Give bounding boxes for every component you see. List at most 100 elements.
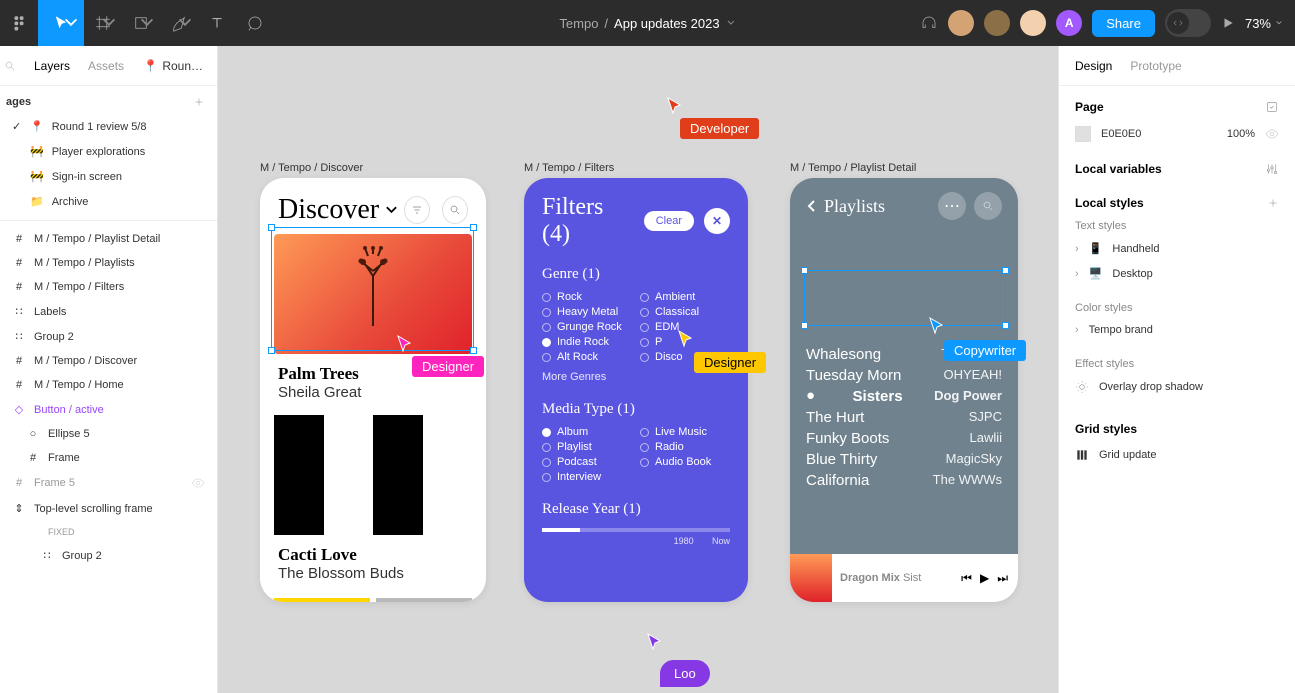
color-swatch[interactable]: [1075, 126, 1091, 142]
track-row[interactable]: Funky BootsLawlii: [806, 428, 1002, 449]
filter-option[interactable]: Ambient: [640, 291, 730, 303]
track-row[interactable]: CaliforniaThe WWWs: [806, 470, 1002, 491]
artboard-playlist[interactable]: Playlists ⋯ WhalesongThe DragsTuesday Mo…: [790, 178, 1018, 602]
layer-item[interactable]: #Frame: [0, 446, 217, 470]
canvas[interactable]: M / Tempo / Discover M / Tempo / Filters…: [218, 46, 1058, 693]
selection-box[interactable]: [271, 227, 474, 351]
search-button[interactable]: [442, 196, 468, 224]
layer-item[interactable]: #M / Tempo / Home: [0, 373, 217, 397]
selection-handle[interactable]: [268, 347, 275, 354]
filter-option[interactable]: Album: [542, 426, 632, 438]
layer-item[interactable]: #M / Tempo / Playlists: [0, 251, 217, 275]
page-item[interactable]: 📁Archive: [0, 189, 217, 214]
pen-tool[interactable]: [160, 0, 198, 46]
track-row[interactable]: SistersDog Power: [806, 386, 1002, 407]
frame-label[interactable]: M / Tempo / Playlist Detail: [790, 162, 916, 174]
frame-tool[interactable]: [84, 0, 122, 46]
sliders-icon[interactable]: [1265, 162, 1279, 176]
collaborator-avatar[interactable]: [948, 10, 974, 36]
headphones-icon[interactable]: [920, 14, 938, 32]
plus-icon[interactable]: [1267, 197, 1279, 209]
filter-option[interactable]: Live Music: [640, 426, 730, 438]
clear-button[interactable]: Clear: [644, 211, 694, 231]
main-menu-button[interactable]: [0, 0, 38, 46]
year-slider[interactable]: [542, 528, 730, 532]
page-item[interactable]: 🚧Sign-in screen: [0, 164, 217, 189]
layer-item[interactable]: #M / Tempo / Playlist Detail: [0, 227, 217, 251]
user-avatar[interactable]: A: [1056, 10, 1082, 36]
search-icon[interactable]: [4, 60, 16, 72]
filter-option[interactable]: Classical: [640, 306, 730, 318]
layer-item[interactable]: ∷Labels: [0, 299, 217, 324]
close-button[interactable]: ✕: [704, 208, 730, 234]
layer-item[interactable]: FIXED: [0, 521, 217, 543]
text-tool[interactable]: [198, 0, 236, 46]
frame-label[interactable]: M / Tempo / Discover: [260, 162, 363, 174]
filter-option[interactable]: Radio: [640, 441, 730, 453]
layer-item[interactable]: #M / Tempo / Filters: [0, 275, 217, 299]
text-style-handheld[interactable]: › 📱 Handheld: [1059, 236, 1295, 261]
effect-style-overlay[interactable]: Overlay drop shadow: [1059, 374, 1295, 400]
artboard-filters[interactable]: Filters (4) Clear ✕ Genre (1) RockAmbien…: [524, 178, 748, 602]
page-background-row[interactable]: E0E0E0 100%: [1059, 120, 1295, 148]
filter-option[interactable]: Rock: [542, 291, 632, 303]
selection-handle[interactable]: [470, 224, 477, 231]
share-button[interactable]: Share: [1092, 10, 1155, 37]
prev-button[interactable]: ⏮: [961, 571, 972, 586]
color-style-tempo[interactable]: › Tempo brand: [1059, 318, 1295, 342]
selection-handle[interactable]: [801, 267, 808, 274]
filter-option[interactable]: Alt Rock: [542, 351, 632, 363]
search-button[interactable]: [974, 192, 1002, 220]
text-style-desktop[interactable]: › 🖥️ Desktop: [1059, 261, 1295, 286]
frame-label[interactable]: M / Tempo / Filters: [524, 162, 614, 174]
now-playing-bar[interactable]: Dragon Mix Sist ⏮ ▶ ⏭: [790, 554, 1018, 602]
filter-option[interactable]: Playlist: [542, 441, 632, 453]
plus-icon[interactable]: [193, 96, 205, 108]
selection-box[interactable]: [804, 270, 1006, 326]
layer-item[interactable]: ∷Group 2: [0, 324, 217, 349]
local-variables-section[interactable]: Local variables: [1059, 148, 1295, 182]
page-dropdown[interactable]: 📍 Roun…: [143, 59, 203, 73]
shape-tool[interactable]: [122, 0, 160, 46]
filter-option[interactable]: Indie Rock: [542, 336, 632, 348]
export-icon[interactable]: [1265, 100, 1279, 114]
zoom-control[interactable]: 73%: [1245, 16, 1283, 31]
selection-handle[interactable]: [470, 347, 477, 354]
tab-design[interactable]: Design: [1075, 59, 1112, 73]
layer-item[interactable]: #M / Tempo / Discover: [0, 349, 217, 373]
selection-handle[interactable]: [1002, 267, 1009, 274]
selection-handle[interactable]: [1002, 322, 1009, 329]
next-button[interactable]: ⏭: [997, 571, 1008, 586]
tab-prototype[interactable]: Prototype: [1130, 59, 1181, 73]
track-row[interactable]: Tuesday MornOHYEAH!: [806, 365, 1002, 386]
collaborator-avatar[interactable]: [1020, 10, 1046, 36]
grid-style-update[interactable]: Grid update: [1059, 442, 1295, 468]
play-icon[interactable]: [1221, 16, 1235, 30]
page-item[interactable]: ✓📍Round 1 review 5/8: [0, 114, 217, 139]
dev-mode-toggle[interactable]: [1165, 9, 1211, 37]
track-row[interactable]: Blue ThirtyMagicSky: [806, 449, 1002, 470]
layer-item[interactable]: ∷Group 2: [0, 543, 217, 568]
selection-handle[interactable]: [268, 224, 275, 231]
layer-item[interactable]: ○Ellipse 5: [0, 422, 217, 446]
selection-handle[interactable]: [801, 322, 808, 329]
eye-icon[interactable]: [1265, 127, 1279, 141]
tab-assets[interactable]: Assets: [88, 59, 124, 73]
move-tool[interactable]: [38, 0, 84, 46]
page-item[interactable]: 🚧Player explorations: [0, 139, 217, 164]
back-label[interactable]: Playlists: [824, 196, 930, 217]
chevron-left-icon[interactable]: [806, 199, 816, 213]
filter-option[interactable]: Grunge Rock: [542, 321, 632, 333]
collaborator-avatar[interactable]: [984, 10, 1010, 36]
more-button[interactable]: ⋯: [938, 192, 966, 220]
track-row[interactable]: The HurtSJPC: [806, 407, 1002, 428]
layer-item[interactable]: ◇Button / active: [0, 397, 217, 422]
pages-section-header[interactable]: ages: [0, 86, 217, 114]
filter-button[interactable]: [404, 196, 430, 224]
play-button[interactable]: ▶: [980, 571, 989, 586]
layer-item[interactable]: ⇕Top-level scrolling frame: [0, 496, 217, 521]
breadcrumb[interactable]: Tempo / App updates 2023: [559, 16, 735, 31]
comment-tool[interactable]: [236, 0, 274, 46]
layer-item[interactable]: #Frame 5: [0, 470, 217, 496]
filter-option[interactable]: Audio Book: [640, 456, 730, 468]
